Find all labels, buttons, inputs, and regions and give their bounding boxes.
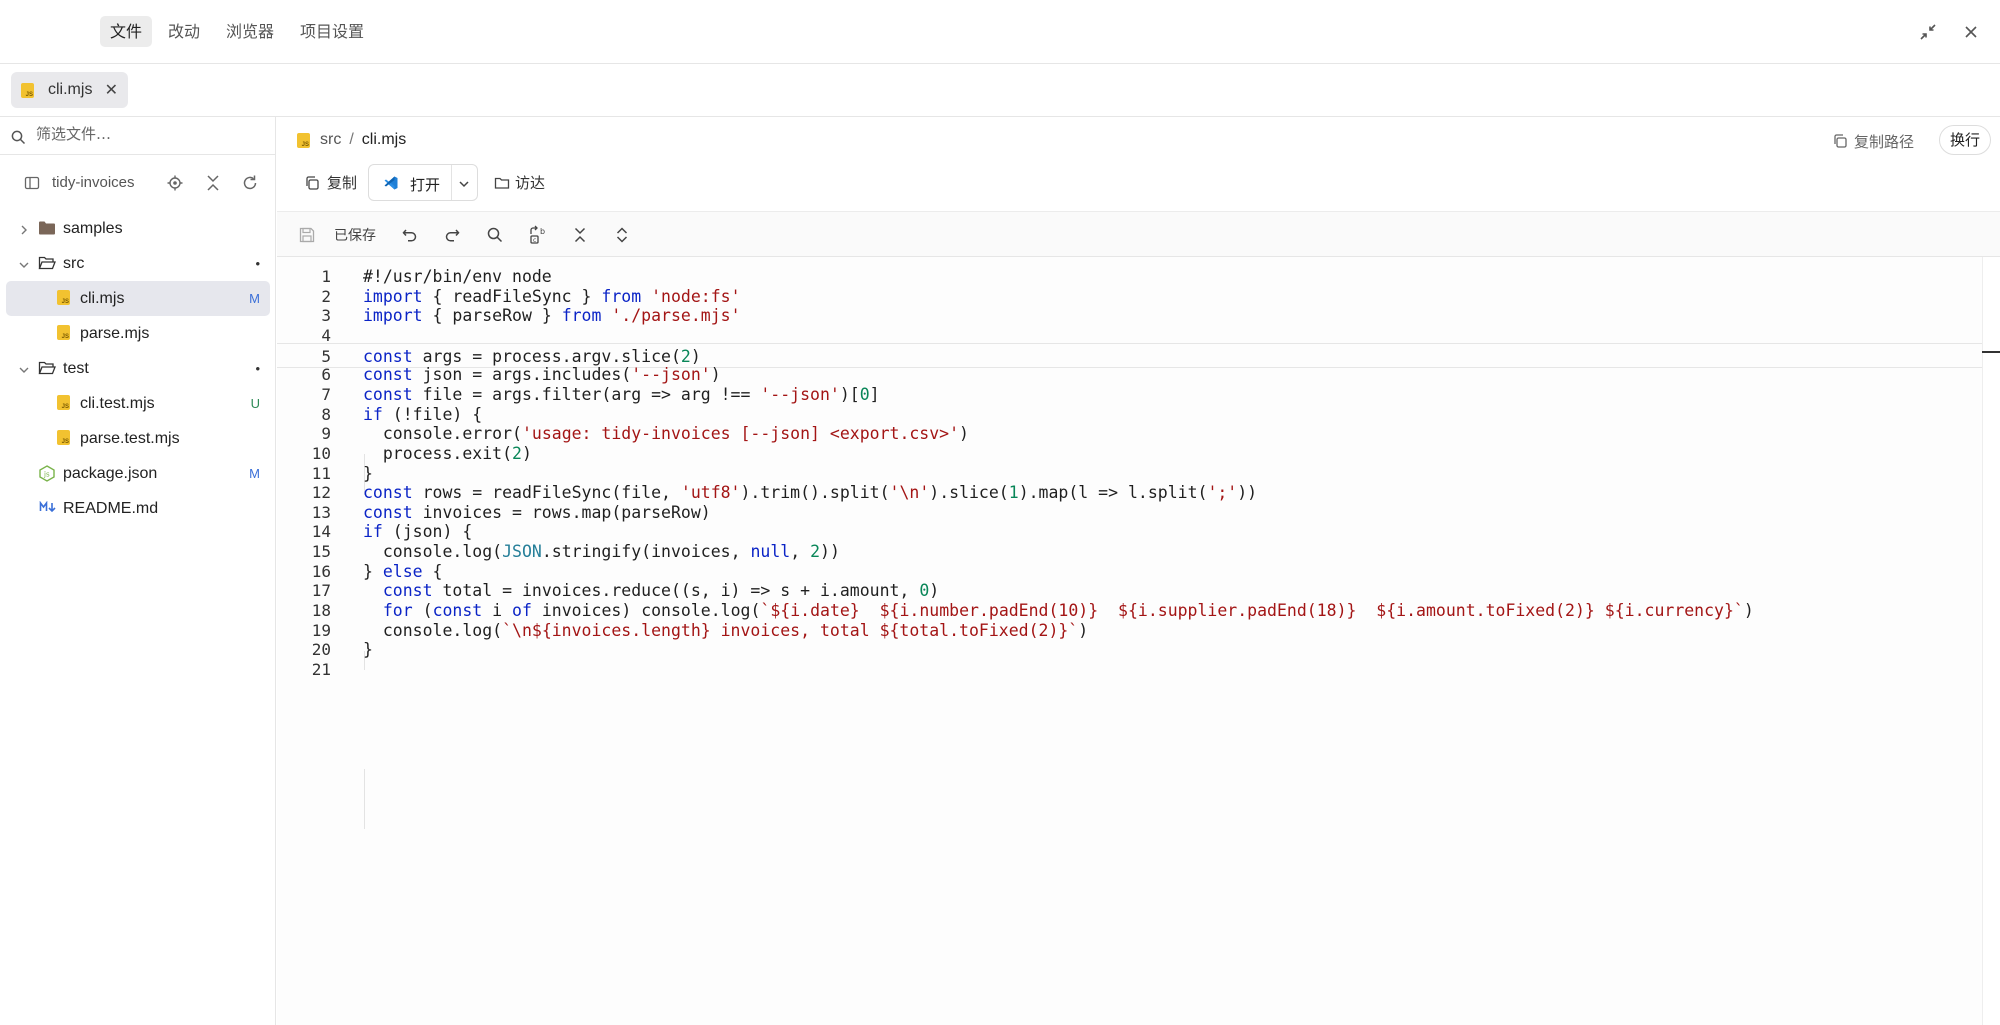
project-header: tidy-invoices <box>0 165 276 201</box>
tree-item-parse-test-mjs[interactable]: JS parse.test.mjs <box>6 421 270 456</box>
editor-pane: JS src / cli.mjs 复制路径 换行 复制 打开 访达 已保存 b … <box>277 117 2000 1025</box>
project-name: tidy-invoices <box>52 174 135 191</box>
tab-cli-mjs[interactable]: JS cli.mjs ✕ <box>11 72 128 108</box>
file-explorer: tidy-invoices samples src • JS cli.mjs M JS par… <box>0 117 276 1025</box>
redo-icon[interactable] <box>440 223 464 247</box>
menu-item-1[interactable]: 改动 <box>158 16 210 47</box>
unfold-all-icon[interactable] <box>610 223 634 247</box>
cursor-marker <box>1982 351 2000 353</box>
tab-close-icon[interactable]: ✕ <box>105 80 118 100</box>
main-menu: 文件 改动 浏览器 项目设置 <box>100 16 374 47</box>
changes-dot: • <box>255 256 260 271</box>
file-actions: 复制 打开 访达 <box>277 163 2000 211</box>
save-icon[interactable] <box>295 223 319 247</box>
changes-dot: • <box>255 361 260 376</box>
vertical-scrollbar[interactable] <box>1982 257 2000 1025</box>
js-file-icon: JS <box>297 132 310 148</box>
finder-label: 访达 <box>515 174 546 192</box>
nodejs-file-icon: js <box>39 465 55 487</box>
copy-label: 复制 <box>327 174 358 192</box>
tree-item-cli-mjs[interactable]: JS cli.mjs M <box>6 281 270 316</box>
svg-text:b: b <box>540 227 545 236</box>
wrap-toggle-button[interactable]: 换行 <box>1939 125 1992 155</box>
folder-open-icon <box>38 255 56 276</box>
chevron-down-icon[interactable] <box>18 363 30 375</box>
search-icon <box>11 130 26 145</box>
tab-label: cli.mjs <box>48 81 93 98</box>
tree-item-src[interactable]: src • <box>6 246 270 281</box>
code-editor[interactable]: 1 #!/usr/bin/env node 2 import { readFileSy… <box>277 257 2000 1025</box>
locate-file-icon[interactable] <box>166 174 184 192</box>
tree-item-label: samples <box>63 219 123 237</box>
js-file-icon: JS <box>21 82 34 98</box>
collapse-arrows-icon[interactable] <box>1916 20 1940 44</box>
fold-all-icon[interactable] <box>568 223 592 247</box>
tree-item-parse-mjs[interactable]: JS parse.mjs <box>6 316 270 351</box>
folder-icon <box>494 177 510 189</box>
reveal-in-finder-button[interactable]: 访达 <box>494 172 545 193</box>
tree-item-label: README.md <box>63 499 159 517</box>
copy-icon <box>1834 134 1847 148</box>
breadcrumb-separator: / <box>349 131 354 148</box>
sidebar-toggle-icon[interactable] <box>24 175 40 191</box>
undo-icon[interactable] <box>398 223 422 247</box>
file-tree: samples src • JS cli.mjs M JS parse.mjs test • JS c… <box>0 211 276 526</box>
tree-item-label: src <box>63 254 85 272</box>
vscode-icon <box>384 176 398 190</box>
refresh-icon[interactable] <box>241 174 259 192</box>
editor-toolbar: 已保存 bc <box>277 211 2000 257</box>
copy-icon <box>306 175 319 190</box>
top-menu-bar: 文件 改动 浏览器 项目设置 <box>0 0 2000 64</box>
open-in-editor-button[interactable]: 打开 <box>368 164 478 201</box>
chevron-down-icon[interactable] <box>18 258 30 270</box>
tab-bar: JS cli.mjs ✕ <box>0 64 2000 117</box>
save-status: 已保存 <box>334 228 376 244</box>
breadcrumb-file: cli.mjs <box>361 131 407 148</box>
svg-text:js: js <box>43 471 50 479</box>
open-label: 打开 <box>410 176 441 194</box>
folder-icon <box>38 220 56 241</box>
tree-item-cli-test-mjs[interactable]: JS cli.test.mjs U <box>6 386 270 421</box>
tree-item-label: package.json <box>63 464 158 482</box>
tree-item-label: cli.test.mjs <box>80 394 155 412</box>
filter-box <box>0 117 276 155</box>
line-number: 21 <box>311 660 331 679</box>
git-status-badge: M <box>249 466 260 481</box>
markdown-icon <box>39 500 57 518</box>
code-line[interactable]: 21 <box>277 657 1982 682</box>
copy-button[interactable]: 复制 <box>304 172 357 193</box>
tree-item-label: cli.mjs <box>80 289 125 307</box>
js-file-icon: JS <box>57 325 70 345</box>
folder-open-icon <box>38 360 56 381</box>
menu-item-3[interactable]: 项目设置 <box>290 16 374 47</box>
copy-path-label: 复制路径 <box>1854 132 1915 151</box>
tree-item-test[interactable]: test • <box>6 351 270 386</box>
git-status-badge: M <box>249 291 260 306</box>
js-file-icon: JS <box>57 430 70 450</box>
open-dropdown-divider <box>451 165 452 200</box>
chevron-right-icon[interactable] <box>18 223 30 235</box>
tree-item-package-json[interactable]: js package.json M <box>6 456 270 491</box>
copy-path-button[interactable]: 复制路径 <box>1832 129 1914 153</box>
menu-item-0[interactable]: 文件 <box>100 16 153 47</box>
breadcrumb-folder[interactable]: src <box>320 131 341 149</box>
find-replace-icon[interactable]: bc <box>526 223 550 247</box>
indent-guide <box>364 769 365 829</box>
tree-item-README-md[interactable]: README.md <box>6 491 270 526</box>
search-icon[interactable] <box>483 223 507 247</box>
chevron-down-icon[interactable] <box>457 177 471 191</box>
tree-item-label: parse.mjs <box>80 324 150 342</box>
close-icon[interactable] <box>1959 20 1983 44</box>
filter-files-input[interactable] <box>36 125 256 143</box>
breadcrumb: JS src / cli.mjs <box>297 131 406 149</box>
tree-item-label: parse.test.mjs <box>80 429 180 447</box>
tree-item-samples[interactable]: samples <box>6 211 270 246</box>
git-status-badge: U <box>250 396 260 411</box>
js-file-icon: JS <box>57 395 70 415</box>
collapse-all-icon[interactable] <box>204 174 222 192</box>
svg-text:c: c <box>533 237 536 244</box>
tree-item-label: test <box>63 359 89 377</box>
js-file-icon: JS <box>57 290 70 310</box>
menu-item-2[interactable]: 浏览器 <box>216 16 284 47</box>
